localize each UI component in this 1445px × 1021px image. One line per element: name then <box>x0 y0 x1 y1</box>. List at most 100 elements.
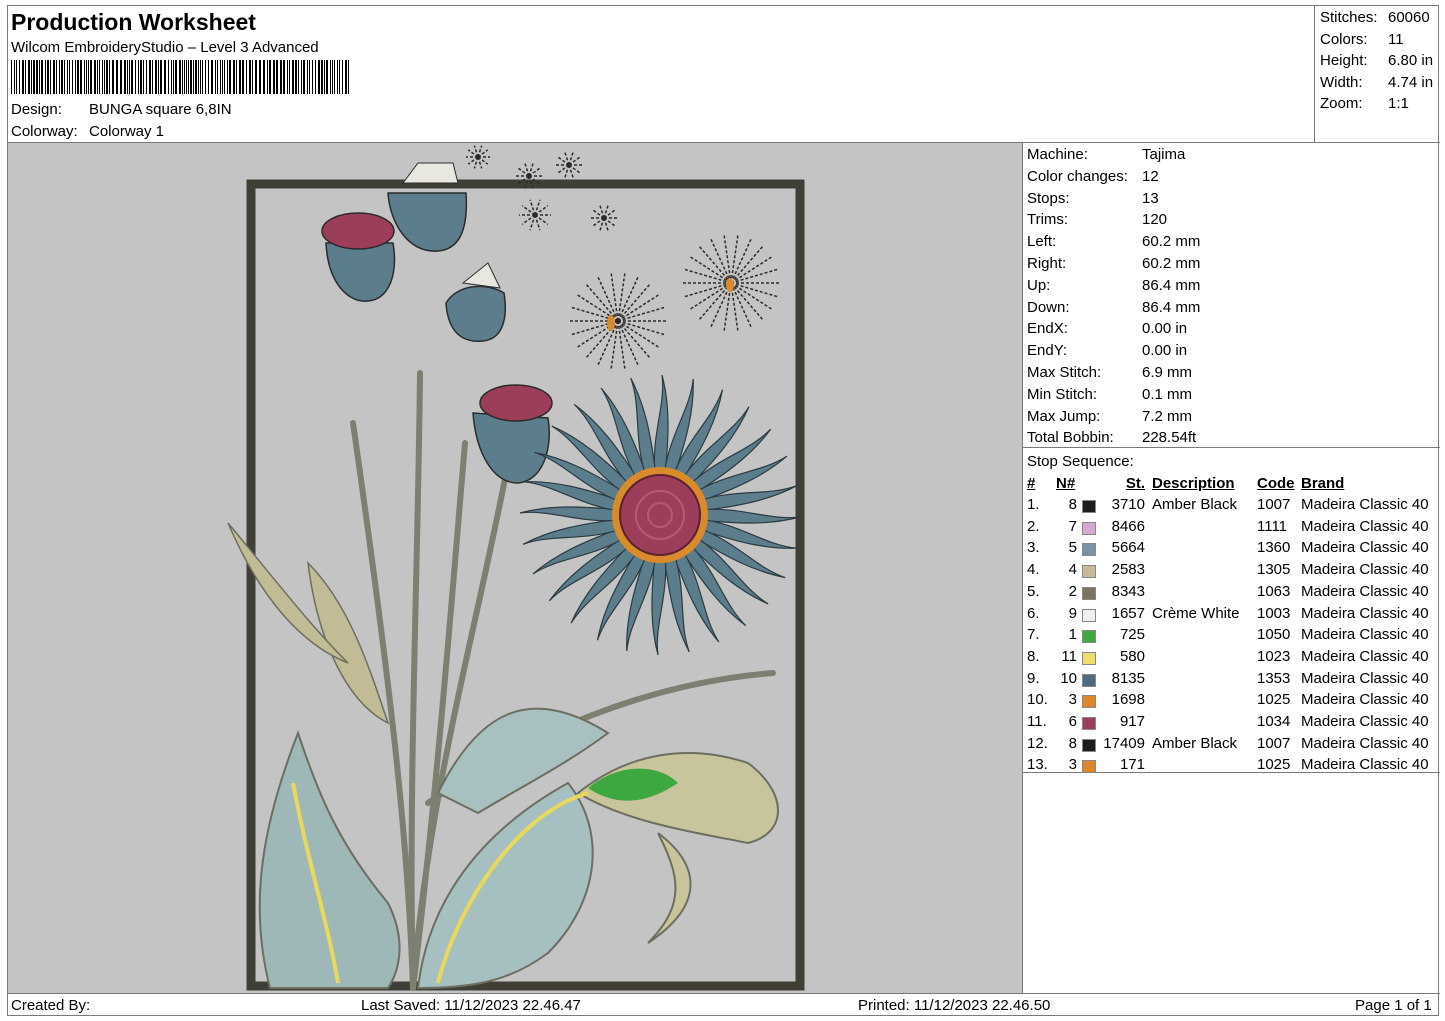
table-row: 11. 6 917 1034 Madeira Classic 40 <box>1023 713 1440 735</box>
machine-label: Down: <box>1027 298 1070 316</box>
row-description: Crème White <box>1152 604 1240 622</box>
machine-row: Max Stitch: 6.9 mm <box>1027 364 1192 381</box>
row-needle: 9 <box>1068 604 1077 622</box>
table-row: 4. 4 2583 1305 Madeira Classic 40 <box>1023 561 1440 583</box>
machine-value: 86.4 mm <box>1142 298 1201 316</box>
machine-row: Min Stitch: 0.1 mm <box>1027 386 1192 403</box>
col-header-code: Code <box>1257 475 1295 492</box>
barcode <box>11 60 349 94</box>
col-header-brand: Brand <box>1301 475 1345 492</box>
footer: Created By: Last Saved: 11/12/2023 22.46… <box>8 993 1440 1017</box>
table-row: 9. 10 8135 1353 Madeira Classic 40 <box>1023 670 1440 692</box>
row-index: 6. <box>1027 604 1040 622</box>
printed-date: Printed: 11/12/2023 22.46.50 <box>858 997 1051 1014</box>
machine-label: EndX: <box>1027 320 1068 338</box>
machine-row: Right: 60.2 mm <box>1027 255 1200 272</box>
machine-value: 86.4 mm <box>1142 276 1201 294</box>
table-row: 7. 1 725 1050 Madeira Classic 40 <box>1023 626 1440 648</box>
stat-label: Zoom: <box>1320 95 1363 112</box>
machine-label: Up: <box>1027 276 1051 294</box>
machine-row: Total Bobbin: 228.54ft <box>1027 429 1196 446</box>
machine-row: Color changes: 12 <box>1027 168 1159 185</box>
machine-label: Machine: <box>1027 146 1088 163</box>
machine-row: EndY: 0.00 in <box>1027 342 1187 359</box>
table-row: 8. 11 580 1023 Madeira Classic 40 <box>1023 648 1440 670</box>
color-swatch <box>1082 521 1096 535</box>
colorway-row: Colorway: Colorway 1 <box>11 123 164 140</box>
row-stitches: 580 <box>1119 647 1145 665</box>
table-row: 5. 2 8343 1063 Madeira Classic 40 <box>1023 583 1440 605</box>
row-brand: Madeira Classic 40 <box>1301 734 1429 752</box>
table-row: 13. 3 171 1025 Madeira Classic 40 <box>1023 756 1440 778</box>
row-needle: 10 <box>1060 669 1077 687</box>
colorway-value: Colorway 1 <box>89 123 165 140</box>
row-index: 5. <box>1027 582 1040 600</box>
last-saved: Last Saved: 11/12/2023 22.46.47 <box>361 997 581 1014</box>
row-code: 1003 <box>1257 604 1291 622</box>
row-code: 1360 <box>1257 539 1291 557</box>
seed-dot <box>726 278 734 292</box>
stop-sequence-title: Stop Sequence: <box>1027 453 1134 470</box>
row-needle: 6 <box>1068 713 1077 730</box>
color-swatch <box>1082 565 1096 579</box>
machine-row: Left: 60.2 mm <box>1027 233 1200 250</box>
machine-label: Trims: <box>1027 211 1069 229</box>
row-code: 1007 <box>1257 734 1291 752</box>
row-brand: Madeira Classic 40 <box>1301 626 1429 644</box>
row-stitches: 8466 <box>1111 517 1145 535</box>
machine-value: 60.2 mm <box>1142 233 1201 251</box>
row-brand: Madeira Classic 40 <box>1301 647 1429 665</box>
row-code: 1025 <box>1257 756 1291 774</box>
machine-label: Right: <box>1027 255 1067 272</box>
stat-label: Stitches: <box>1320 9 1378 26</box>
row-brand: Madeira Classic 40 <box>1301 517 1429 535</box>
stat-label: Height: <box>1320 52 1368 69</box>
row-stitches: 8135 <box>1111 669 1145 687</box>
stat-value: 6.80 in <box>1388 52 1434 69</box>
row-needle: 1 <box>1068 626 1077 644</box>
stat-value: 11 <box>1388 31 1404 48</box>
row-stitches: 5664 <box>1111 539 1145 557</box>
machine-row: Max Jump: 7.2 mm <box>1027 408 1192 425</box>
row-code: 1050 <box>1257 626 1291 644</box>
machine-label: Max Jump: <box>1027 407 1101 425</box>
machine-label: Max Stitch: <box>1027 364 1102 381</box>
row-code: 1063 <box>1257 582 1291 600</box>
software-name: Wilcom EmbroideryStudio – Level 3 Advanc… <box>11 39 319 56</box>
table-row: 1. 8 3710 Amber Black 1007 Madeira Classic 40 <box>1023 496 1440 518</box>
color-swatch <box>1082 760 1096 774</box>
machine-label: Min Stitch: <box>1027 385 1098 403</box>
machine-row: Trims: 120 <box>1027 211 1167 228</box>
machine-value: 60.2 mm <box>1142 255 1201 272</box>
machine-label: Left: <box>1027 233 1057 251</box>
row-index: 8. <box>1027 647 1040 665</box>
row-needle: 2 <box>1068 582 1077 600</box>
row-needle: 11 <box>1061 647 1077 665</box>
row-stitches: 1657 <box>1111 604 1145 622</box>
row-index: 13. <box>1027 756 1048 774</box>
color-swatch <box>1082 717 1096 730</box>
row-brand: Madeira Classic 40 <box>1301 604 1429 622</box>
row-code: 1111 <box>1257 517 1288 535</box>
row-code: 1305 <box>1257 561 1291 579</box>
stat-row: Zoom: 1:1 <box>1320 95 1409 112</box>
machine-value: 0.00 in <box>1142 320 1188 338</box>
col-header-index: # <box>1027 475 1036 492</box>
machine-value: 228.54ft <box>1142 429 1197 447</box>
row-index: 2. <box>1027 517 1040 535</box>
page-title: Production Worksheet <box>11 9 256 35</box>
stop-sequence: Stop Sequence: # N# St. Description Code… <box>1023 448 1440 774</box>
color-swatch <box>1082 673 1096 687</box>
flower <box>519 374 801 656</box>
machine-value: 13 <box>1142 189 1159 207</box>
machine-row: Down: 86.4 mm <box>1027 299 1200 316</box>
thistle-embroidery-image <box>227 145 805 991</box>
row-needle: 7 <box>1068 517 1077 535</box>
design-label: Design: <box>11 101 62 118</box>
color-swatch <box>1082 543 1096 557</box>
machine-value: 7.2 mm <box>1142 407 1193 425</box>
row-code: 1023 <box>1257 647 1291 665</box>
machine-value: Tajima <box>1142 146 1186 163</box>
row-needle: 4 <box>1068 561 1077 579</box>
machine-value: 12 <box>1142 167 1159 185</box>
